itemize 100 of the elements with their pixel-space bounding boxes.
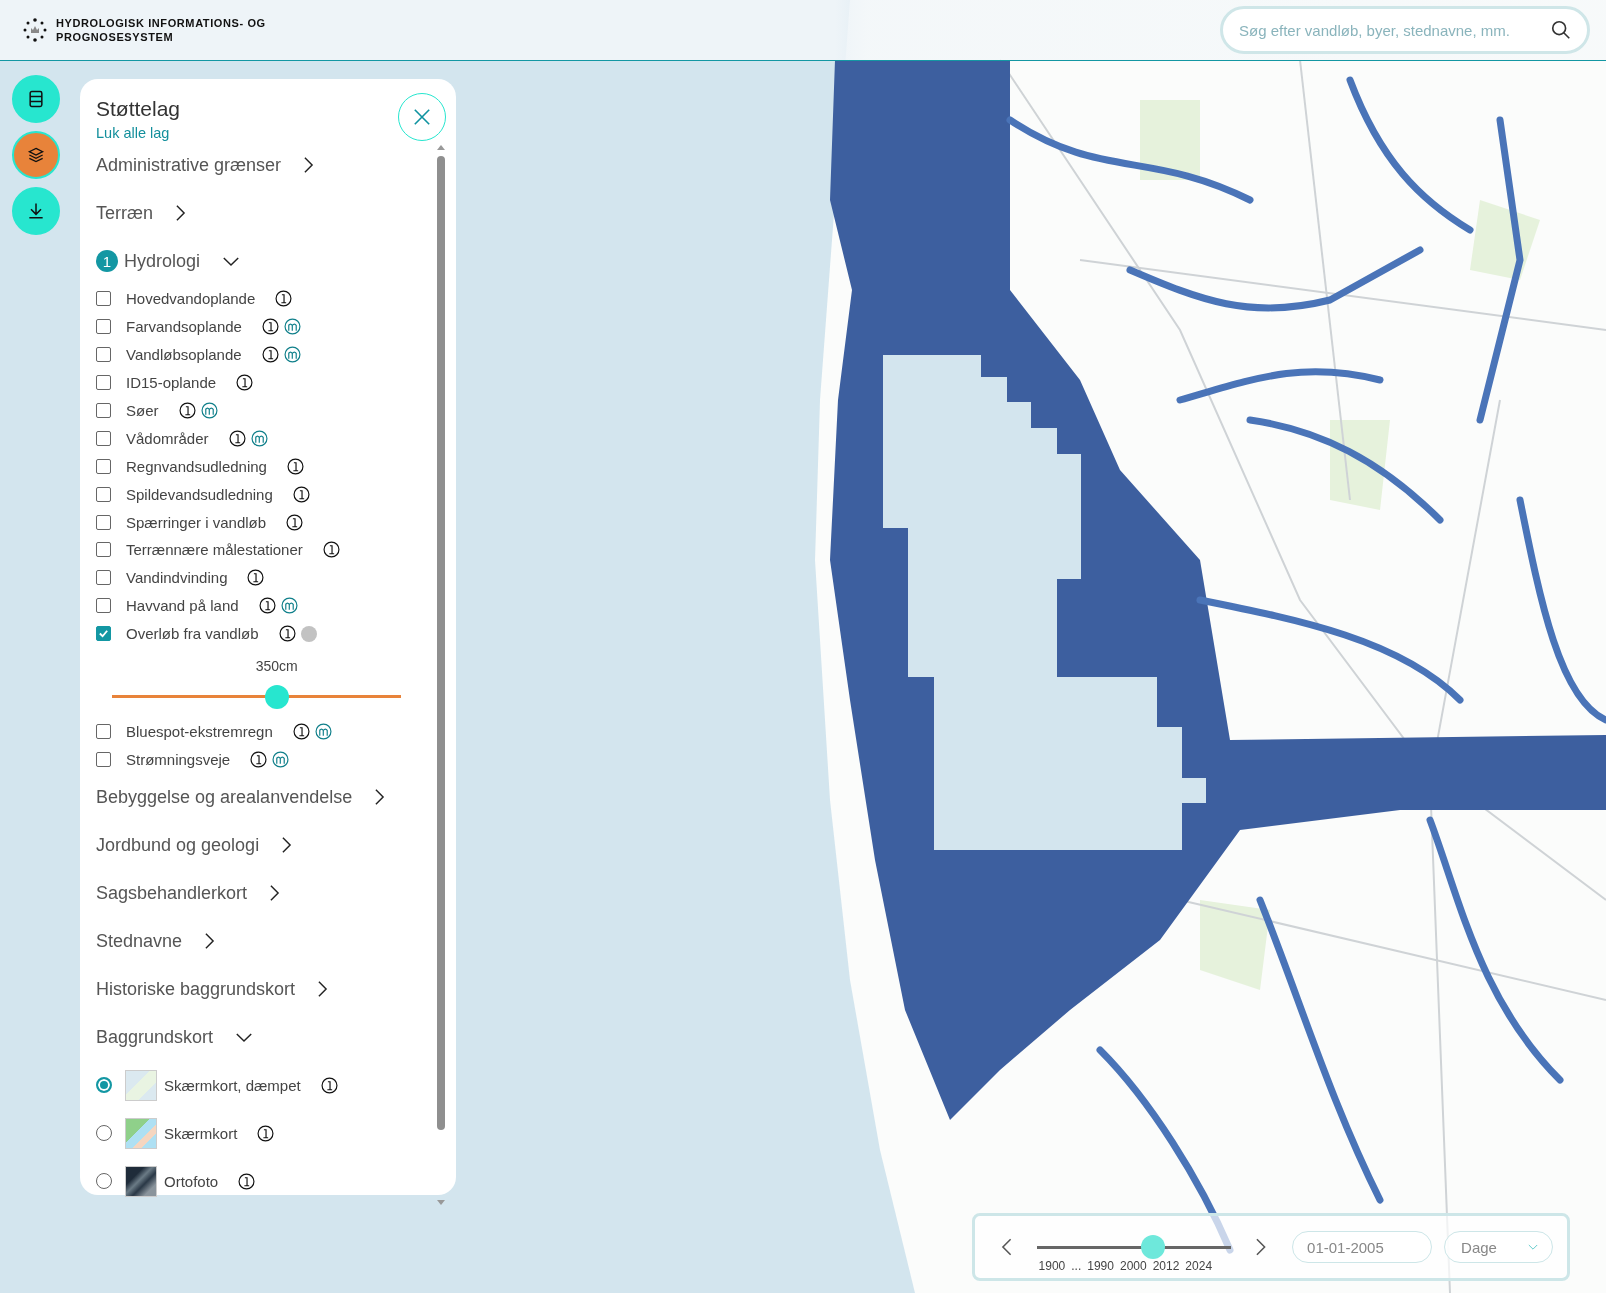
checkbox[interactable] — [96, 486, 111, 502]
layer-label: Vådområder — [126, 429, 209, 447]
chevron-right-icon — [281, 836, 293, 855]
layer-label: Strømningsveje — [126, 750, 231, 768]
tick-label: 2000 — [1119, 1259, 1147, 1273]
layer-label: Havvand på land — [126, 597, 239, 615]
map-thumbnail — [125, 1165, 157, 1197]
circled-m-icon[interactable] — [283, 346, 301, 364]
layer-label: Regnvandsudledning — [126, 457, 267, 475]
chevron-right-icon[interactable] — [1254, 1237, 1267, 1257]
category-header[interactable]: Terræn — [96, 189, 186, 237]
interval-dropdown[interactable]: Dage — [1444, 1231, 1553, 1263]
app-title: HYDROLOGISK INFORMATIONS- OG — [56, 16, 266, 30]
radio-button[interactable] — [96, 1077, 112, 1094]
info-icon[interactable] — [261, 346, 279, 364]
layer-label: Bluespot-ekstremregn — [126, 723, 273, 740]
chevron-down-icon — [222, 255, 241, 267]
map-thumbnail — [125, 1117, 157, 1149]
tick-label: 2012 — [1152, 1259, 1180, 1273]
chevron-right-icon — [303, 156, 315, 174]
info-icon[interactable] — [250, 750, 268, 768]
layers-icon — [26, 145, 46, 165]
layer-label: Vandløbsoplande — [126, 346, 242, 364]
checkbox[interactable] — [96, 347, 111, 363]
checkbox[interactable] — [96, 542, 111, 558]
checkbox[interactable] — [96, 375, 111, 391]
info-icon[interactable] — [286, 513, 304, 531]
info-icon[interactable] — [258, 597, 276, 615]
info-icon[interactable] — [257, 1124, 275, 1142]
circled-m-icon[interactable] — [280, 597, 298, 615]
toggle-dot[interactable] — [300, 625, 317, 642]
checkbox[interactable] — [96, 724, 111, 739]
search-field[interactable]: Søg efter vandløb, byer, stednavne, mm. — [1220, 6, 1590, 54]
checkbox[interactable] — [96, 458, 111, 474]
layer-label: Spildevandsudledning — [126, 485, 273, 503]
checkbox[interactable] — [96, 626, 111, 642]
map-thumbnail — [125, 1069, 157, 1101]
checkbox[interactable] — [96, 403, 111, 418]
circled-m-icon[interactable] — [314, 723, 332, 740]
tick-label: ... — [1071, 1259, 1082, 1273]
slider-thumb[interactable] — [264, 684, 289, 709]
info-icon[interactable] — [236, 374, 254, 392]
info-icon[interactable] — [278, 625, 296, 643]
scrollbar[interactable] — [436, 145, 446, 1206]
slider-thumb[interactable] — [1140, 1235, 1165, 1259]
panel-title: Støttelag — [96, 97, 181, 121]
chevron-down-icon — [235, 1031, 254, 1043]
layer-label: Skærmkort — [164, 1124, 238, 1142]
info-icon[interactable] — [320, 1076, 338, 1094]
category-header[interactable]: Bebyggelse og arealanvendelse — [96, 773, 386, 822]
info-icon[interactable] — [178, 402, 196, 419]
info-icon[interactable] — [286, 457, 304, 475]
info-icon[interactable] — [261, 318, 279, 336]
info-icon[interactable] — [292, 723, 310, 740]
chevron-right-icon — [269, 884, 281, 903]
checkbox[interactable] — [96, 430, 111, 446]
checkbox[interactable] — [96, 751, 111, 767]
category-header[interactable]: Jordbund og geologi — [96, 821, 293, 870]
checkbox[interactable] — [96, 319, 111, 335]
checkbox[interactable] — [96, 570, 111, 586]
date-field[interactable]: 01-01-2005 — [1292, 1231, 1433, 1263]
circled-m-icon[interactable] — [283, 318, 301, 336]
category-header[interactable]: Historiske baggrundskort — [96, 965, 329, 1014]
checkbox[interactable] — [96, 291, 111, 307]
category-header[interactable]: Sagsbehandlerkort — [96, 869, 281, 918]
chevron-right-icon — [175, 204, 186, 222]
tick-label: 1900 — [1038, 1259, 1066, 1273]
checkbox[interactable] — [96, 598, 111, 614]
category-header[interactable]: Stednavne — [96, 917, 216, 966]
layer-label: Vandindvinding — [126, 569, 228, 587]
circled-m-icon[interactable] — [250, 429, 268, 447]
info-icon[interactable] — [228, 429, 246, 447]
close-icon — [413, 108, 431, 126]
category-header[interactable]: Administrative grænser — [96, 141, 315, 189]
checkbox[interactable] — [96, 514, 111, 530]
layer-label: Terrænnære målestationer — [126, 541, 303, 559]
layer-label: Søer — [126, 402, 159, 419]
chevron-right-icon — [204, 932, 216, 951]
chevron-left-icon[interactable] — [1001, 1237, 1013, 1257]
info-icon[interactable] — [275, 290, 293, 308]
layer-label: Spærringer i vandløb — [126, 513, 267, 531]
category-header[interactable]: Baggrundskort — [96, 1013, 254, 1062]
tick-label: 2024 — [1185, 1259, 1213, 1273]
info-icon[interactable] — [238, 1172, 256, 1190]
download-icon — [26, 201, 46, 221]
chevron-right-icon — [317, 980, 329, 999]
circled-m-icon[interactable] — [272, 750, 290, 768]
slider-value: 350cm — [255, 657, 298, 674]
info-icon[interactable] — [247, 569, 265, 587]
info-icon[interactable] — [322, 541, 340, 559]
close-all-link[interactable]: Luk alle lag — [96, 125, 181, 141]
circled-m-icon[interactable] — [200, 402, 218, 419]
layer-label: Overløb fra vandløb — [126, 625, 259, 643]
info-icon[interactable] — [292, 485, 310, 503]
search-icon[interactable] — [1550, 19, 1572, 41]
category-header[interactable]: 1 Hydrologi — [96, 237, 241, 285]
layer-label: Farvandsoplande — [126, 318, 242, 336]
count-badge: 1 — [96, 250, 118, 272]
layer-label: Ortofoto — [164, 1172, 219, 1190]
app-title: PROGNOSESYSTEM — [56, 30, 175, 44]
